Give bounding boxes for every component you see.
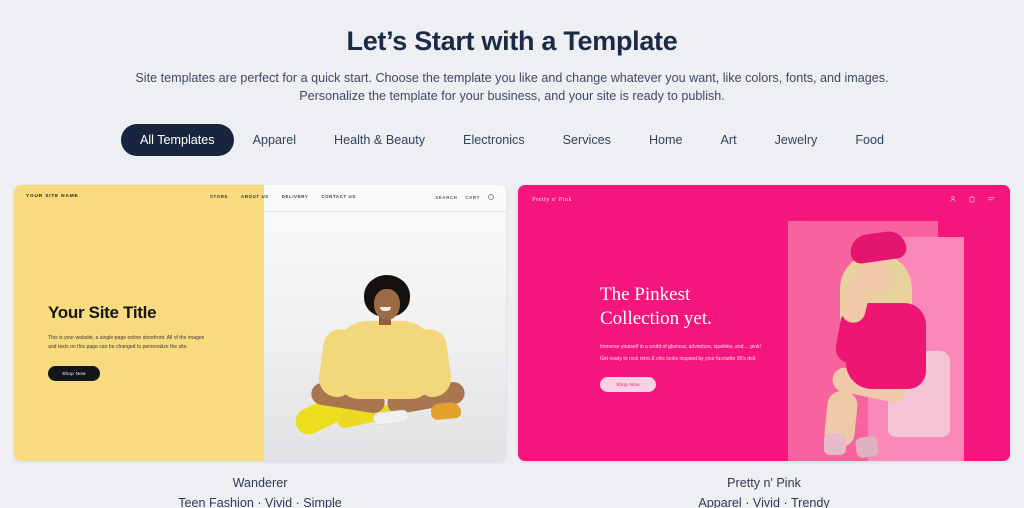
preview-nav-utility: SEARCH CART bbox=[435, 194, 494, 200]
tab-apparel[interactable]: Apparel bbox=[234, 124, 315, 156]
page-subtitle: Site templates are perfect for a quick s… bbox=[0, 69, 1024, 105]
preview-cart-link[interactable]: CART bbox=[465, 195, 480, 200]
preview-shop-now-button[interactable]: Shop Now bbox=[600, 377, 656, 392]
account-icon[interactable] bbox=[949, 195, 957, 203]
template-preview-wanderer[interactable]: YOUR SITE NAME Your Site Title This is y… bbox=[14, 185, 506, 461]
page-title: Let’s Start with a Template bbox=[346, 26, 678, 56]
template-name: Pretty n' Pink bbox=[727, 476, 801, 490]
preview-nav-store[interactable]: STORE bbox=[210, 194, 228, 199]
preview-nav-bar: Pretty n' Pink bbox=[532, 195, 996, 203]
preview-heading-line-2: Collection yet. bbox=[600, 308, 712, 329]
preview-hero-copy: Your Site Title This is your website, a … bbox=[48, 303, 233, 381]
template-name: Wanderer bbox=[232, 476, 288, 490]
template-tags: Apparel · Vivid · Trendy bbox=[698, 496, 830, 508]
preview-body-line-2: Get ready to rock retro & chic looks ins… bbox=[600, 355, 757, 362]
template-tags: Teen Fashion · Vivid · Simple bbox=[178, 496, 342, 508]
preview-nav-about-us[interactable]: ABOUT US bbox=[241, 194, 269, 199]
template-gallery-page: Let’s Start with a Template Site templat… bbox=[0, 0, 1024, 508]
menu-icon[interactable] bbox=[987, 195, 996, 203]
preview-heading-line-1: The Pinkest bbox=[600, 284, 691, 305]
account-circle-icon[interactable] bbox=[488, 194, 494, 200]
tab-jewelry[interactable]: Jewelry bbox=[756, 124, 837, 156]
tab-food[interactable]: Food bbox=[836, 124, 903, 156]
preview-nav-delivery[interactable]: DELIVERY bbox=[282, 194, 309, 199]
template-grid: YOUR SITE NAME Your Site Title This is y… bbox=[14, 185, 1010, 508]
preview-nav-contact-us[interactable]: CONTACT US bbox=[321, 194, 355, 199]
tab-all-templates[interactable]: All Templates bbox=[120, 124, 234, 156]
preview-site-logo: Pretty n' Pink bbox=[532, 195, 573, 203]
tab-health-and-beauty[interactable]: Health & Beauty bbox=[315, 124, 444, 156]
category-filter-bar: All Templates Apparel Health & Beauty El… bbox=[0, 124, 1024, 156]
preview-photo-panel bbox=[264, 185, 506, 461]
preview-nav-menu: STORE ABOUT US DELIVERY CONTACT US bbox=[210, 194, 356, 199]
tab-services[interactable]: Services bbox=[544, 124, 630, 156]
page-subtitle-line-1: Site templates are perfect for a quick s… bbox=[135, 71, 889, 85]
template-preview-pretty-n-pink[interactable]: Pretty n' Pink The Pinkest Collection ye… bbox=[518, 185, 1010, 461]
tab-home[interactable]: Home bbox=[630, 124, 702, 156]
preview-body-text: This is your website, a single-page onli… bbox=[48, 335, 205, 350]
preview-shop-now-button[interactable]: Shop Now bbox=[48, 366, 100, 381]
preview-heading: Your Site Title bbox=[48, 303, 157, 322]
template-card-wanderer[interactable]: YOUR SITE NAME Your Site Title This is y… bbox=[14, 185, 506, 508]
page-subtitle-line-2: Personalize the template for your busine… bbox=[299, 89, 725, 103]
template-card-pretty-n-pink[interactable]: Pretty n' Pink The Pinkest Collection ye… bbox=[518, 185, 1010, 508]
bag-icon[interactable] bbox=[968, 195, 976, 203]
preview-hero-copy: The Pinkest Collection yet. Immerse your… bbox=[600, 283, 820, 392]
preview-search-link[interactable]: SEARCH bbox=[435, 195, 457, 200]
preview-site-logo: YOUR SITE NAME bbox=[26, 194, 79, 199]
tab-art[interactable]: Art bbox=[702, 124, 756, 156]
preview-photo-model-skateboard bbox=[264, 211, 506, 461]
preview-body-line-1: Immerse yourself in a world of glamour, … bbox=[600, 344, 761, 350]
preview-nav-icons bbox=[949, 195, 996, 203]
preview-nav-divider bbox=[264, 211, 506, 212]
preview-left-panel: YOUR SITE NAME Your Site Title This is y… bbox=[14, 185, 264, 461]
tab-electronics[interactable]: Electronics bbox=[444, 124, 544, 156]
